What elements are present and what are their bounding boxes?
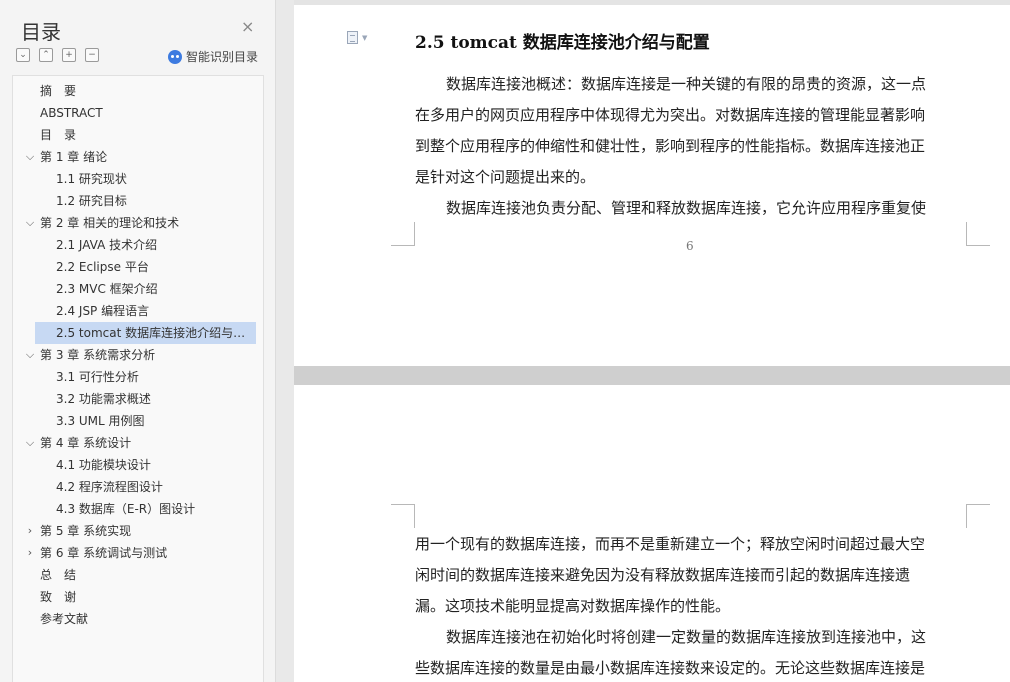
toc-item-label: 第 4 章 系统设计 [40,436,132,450]
toc-item-label: ABSTRACT [40,106,103,120]
robot-icon [168,49,182,64]
toc-item-section[interactable]: 2.4 JSP 编程语言 [13,300,265,322]
section-heading: 2.5 tomcat 数据库连接池介绍与配置 [415,33,710,53]
toc-item-label: 目 录 [40,128,77,142]
margin-corner-mark [391,222,415,246]
smart-recognize-label: 智能识别目录 [186,50,259,64]
chevron-down-icon[interactable]: ⌵ [24,344,36,366]
document-view[interactable]: ▼ 2.5 tomcat 数据库连接池介绍与配置 数据库连接池概述：数据库连接是… [294,0,1010,682]
close-icon[interactable]: × [241,19,254,35]
add-heading-icon[interactable]: + [62,48,76,62]
toc-item-label: 致 谢 [40,590,77,604]
sidebar-splitter[interactable] [276,0,294,682]
toc-item-label: 参考文献 [40,612,89,626]
caret-down-icon: ▼ [362,33,368,42]
toc-item-label: 4.1 功能模块设计 [56,458,151,472]
toc-item-chapter[interactable]: ⌵ 第 4 章 系统设计 [13,432,265,454]
toc-item-chapter[interactable]: ⌵ 第 1 章 绪论 [13,146,265,168]
body-text-line: 数据库连接池概述：数据库连接是一种关键的有限的昂贵的资源，这一点 [446,75,927,93]
toc-item-label: 2.3 MVC 框架介绍 [56,282,158,296]
page-top-edge [294,0,1010,5]
body-text-line: 数据库连接池在初始化时将创建一定数量的数据库连接放到连接池中，这 [446,628,927,646]
toc-item-section[interactable]: 4.3 数据库（E-R）图设计 [13,498,265,520]
page-7: 用一个现有的数据库连接，而再不是重新建立一个；释放空闲时间超过最大空 闲时间的数据… [294,385,1010,682]
page-gap [294,366,1010,385]
toc-item-label: 2.4 JSP 编程语言 [56,304,150,318]
toc-item-section[interactable]: 2.2 Eclipse 平台 [13,256,265,278]
toc-item-label: 第 3 章 系统需求分析 [40,348,156,362]
toc-item-label: 总 结 [40,568,77,582]
paragraph-icon [347,31,358,44]
toc-item-chapter[interactable]: ⌵ 第 2 章 相关的理论和技术 [13,212,265,234]
toc-item-label: 第 6 章 系统调试与测试 [40,546,168,560]
toc-item-chapter[interactable]: 摘 要 [13,80,265,102]
toc-item-label: 摘 要 [40,84,77,98]
toc-item-chapter[interactable]: 目 录 [13,124,265,146]
margin-corner-mark [966,504,990,528]
collapse-all-icon[interactable]: ⌄ [16,48,30,62]
toc-item-label: 3.2 功能需求概述 [56,392,151,406]
chevron-down-icon[interactable]: ⌵ [24,212,36,234]
body-text-line: 漏。这项技术能明显提高对数据库操作的性能。 [415,597,731,615]
chevron-down-icon[interactable]: ⌵ [24,432,36,454]
body-text-line: 用一个现有的数据库连接，而再不是重新建立一个；释放空闲时间超过最大空 [415,535,926,553]
toc-item-label: 第 1 章 绪论 [40,150,108,164]
toc-item-section[interactable]: 3.1 可行性分析 [13,366,265,388]
chevron-right-icon[interactable]: › [24,520,36,542]
chevron-right-icon[interactable]: › [24,542,36,564]
page-6: ▼ 2.5 tomcat 数据库连接池介绍与配置 数据库连接池概述：数据库连接是… [294,0,1010,366]
toc-item-label: 2.2 Eclipse 平台 [56,260,149,274]
toc-sidebar: 目录 × ⌄ ⌃ + − 智能识别目录 摘 要 ABSTRACT 目 录 ⌵ 第 1 章 绪论… [0,0,276,682]
toc-item-section[interactable]: 2.1 JAVA 技术介绍 [13,234,265,256]
toc-item-label: 4.2 程序流程图设计 [56,480,163,494]
toc-item-section[interactable]: 3.2 功能需求概述 [13,388,265,410]
paragraph-menu-button[interactable]: ▼ [347,31,367,44]
toc-item-label: 2.1 JAVA 技术介绍 [56,238,158,252]
remove-heading-icon[interactable]: − [85,48,99,62]
body-text-line: 在多用户的网页应用程序中体现得尤为突出。对数据库连接的管理能显著影响 [415,106,926,124]
toc-item-section[interactable]: 3.3 UML 用例图 [13,410,265,432]
toc-item-label: 3.1 可行性分析 [56,370,139,384]
toc-item-section[interactable]: 1.1 研究现状 [13,168,265,190]
toc-item-section[interactable]: 2.5 tomcat 数据库连接池介绍与配置 [35,322,256,344]
toc-item-section[interactable]: 1.2 研究目标 [13,190,265,212]
body-text-line: 闲时间的数据库连接来避免因为没有释放数据库连接而引起的数据库连接遗 [415,566,911,584]
toc-item-chapter[interactable]: 总 结 [13,564,265,586]
margin-corner-mark [966,222,990,246]
margin-corner-mark [391,504,415,528]
toc-item-chapter[interactable]: › 第 6 章 系统调试与测试 [13,542,265,564]
toc-item-label: 第 2 章 相关的理论和技术 [40,216,180,230]
toc-toolbar: ⌄ ⌃ + − [16,48,99,62]
toc-item-section[interactable]: 4.2 程序流程图设计 [13,476,265,498]
sidebar-title: 目录 [21,20,61,44]
body-text-line: 些数据库连接的数量是由最小数据库连接数来设定的。无论这些数据库连接是 [415,659,926,677]
toc-item-label: 4.3 数据库（E-R）图设计 [56,502,196,516]
toc-panel: 摘 要 ABSTRACT 目 录 ⌵ 第 1 章 绪论 1.1 研究现状 1.2 研究目标 ⌵… [12,75,264,682]
smart-recognize-toc-button[interactable]: 智能识别目录 [168,48,258,65]
page-number: 6 [686,239,694,253]
toc-item-chapter[interactable]: › 第 5 章 系统实现 [13,520,265,542]
body-text-line: 数据库连接池负责分配、管理和释放数据库连接，它允许应用程序重复使 [446,199,927,217]
toc-item-chapter[interactable]: ⌵ 第 3 章 系统需求分析 [13,344,265,366]
toc-item-chapter[interactable]: 致 谢 [13,586,265,608]
toc-item-section[interactable]: 2.3 MVC 框架介绍 [13,278,265,300]
toc-item-label: 1.1 研究现状 [56,172,127,186]
toc-item-chapter[interactable]: 参考文献 [13,608,265,630]
toc-list: 摘 要 ABSTRACT 目 录 ⌵ 第 1 章 绪论 1.1 研究现状 1.2 研究目标 ⌵… [13,80,265,630]
toc-item-label: 2.5 tomcat 数据库连接池介绍与配置 [56,326,254,340]
body-text-line: 是针对这个问题提出来的。 [415,168,596,186]
toc-item-label: 1.2 研究目标 [56,194,127,208]
toc-item-label: 3.3 UML 用例图 [56,414,145,428]
body-text-line: 到整个应用程序的伸缩性和健壮性，影响到程序的性能指标。数据库连接池正 [415,137,926,155]
toc-item-section[interactable]: 4.1 功能模块设计 [13,454,265,476]
toc-item-label: 第 5 章 系统实现 [40,524,132,538]
expand-all-icon[interactable]: ⌃ [39,48,53,62]
chevron-down-icon[interactable]: ⌵ [24,146,36,168]
toc-item-chapter[interactable]: ABSTRACT [13,102,265,124]
